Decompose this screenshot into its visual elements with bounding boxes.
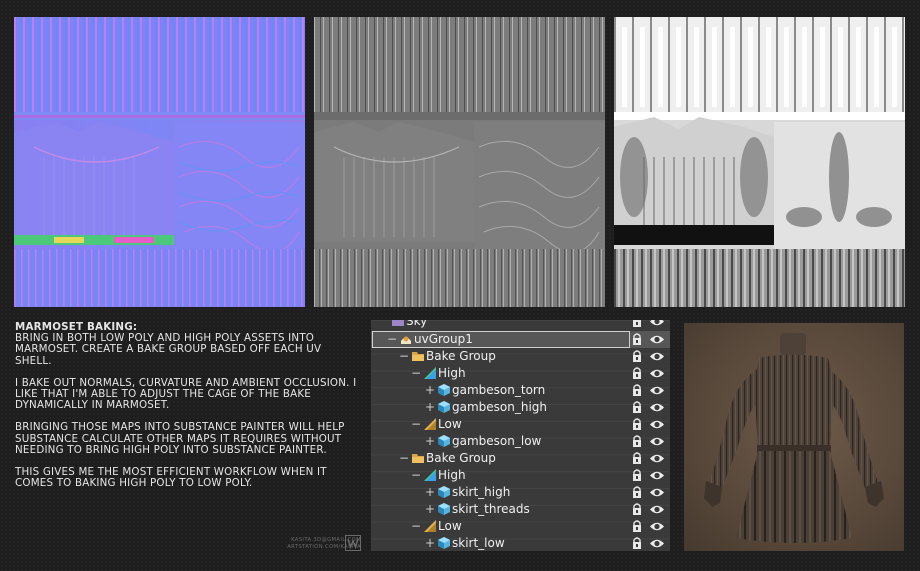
visibility-eye-icon[interactable] (649, 452, 665, 465)
lock-icon[interactable] (630, 400, 644, 414)
outliner-row[interactable]: − uvGroup1 (371, 331, 670, 348)
mesh-icon (437, 434, 451, 448)
visibility-eye-icon[interactable] (649, 503, 665, 516)
scene-outliner: Sky − uvGroup1− Bake Group − High + gambeson_to… (371, 320, 670, 551)
mesh-icon (437, 383, 451, 397)
outliner-item-label: Bake Group (426, 451, 496, 465)
lock-icon[interactable] (630, 536, 644, 550)
lock-icon[interactable] (630, 383, 644, 397)
visibility-eye-icon[interactable] (649, 401, 665, 414)
normal-map-image (14, 17, 305, 307)
lock-icon[interactable] (630, 417, 644, 431)
lock-icon[interactable] (630, 468, 644, 482)
outliner-row[interactable]: + skirt_high (371, 484, 670, 501)
outliner-item-label: Sky (406, 320, 428, 328)
outliner-row[interactable]: − Low (371, 518, 670, 535)
lock-icon[interactable] (630, 349, 644, 363)
description-paragraph: BRING IN BOTH LOW POLY AND HIGH POLY ASS… (15, 332, 322, 367)
lock-icon[interactable] (630, 519, 644, 533)
low-icon (423, 417, 437, 431)
collapse-icon[interactable]: − (411, 418, 421, 430)
sky-icon (391, 320, 405, 328)
lock-icon[interactable] (630, 451, 644, 465)
outliner-row[interactable]: + skirt_threads (371, 501, 670, 518)
lock-icon[interactable] (630, 502, 644, 516)
outliner-item-label: High (438, 468, 466, 482)
mesh-icon (437, 485, 451, 499)
outliner-item-label: gambeson_high (452, 400, 548, 414)
outliner-row[interactable]: + gambeson_low (371, 433, 670, 450)
curvature-map-image (314, 17, 605, 307)
expand-icon[interactable]: + (425, 486, 435, 498)
visibility-eye-icon[interactable] (649, 469, 665, 482)
lock-icon[interactable] (630, 485, 644, 499)
outliner-row[interactable]: − Bake Group (371, 450, 670, 467)
outliner-item-label: gambeson_low (452, 434, 542, 448)
collapse-icon[interactable]: − (411, 367, 421, 379)
outliner-item-label: uvGroup1 (414, 332, 473, 346)
outliner-item-label: Low (438, 417, 462, 431)
credits: KASITA.3D@GMAIL.COM ARTSTATION.COM/KASIT… (236, 537, 361, 551)
artist-logo-icon (345, 535, 361, 551)
outliner-row[interactable]: + skirt_low (371, 535, 670, 551)
description-paragraph: I BAKE OUT NORMALS, CURVATURE AND AMBIEN… (15, 376, 357, 412)
ambient-occlusion-map-image (614, 17, 905, 307)
mesh-icon (437, 502, 451, 516)
expand-icon[interactable]: + (425, 384, 435, 396)
credits-email: KASITA.3D@GMAIL.COM (291, 537, 361, 543)
outliner-row[interactable]: + gambeson_torn (371, 382, 670, 399)
description-paragraph: THIS GIVES ME THE MOST EFFICIENT WORKFLO… (15, 466, 327, 490)
collapse-icon[interactable]: − (411, 520, 421, 532)
high-icon (423, 468, 437, 482)
lock-icon[interactable] (630, 332, 644, 346)
visibility-eye-icon[interactable] (649, 350, 665, 363)
lock-icon[interactable] (630, 320, 644, 328)
visibility-eye-icon[interactable] (649, 367, 665, 380)
expand-icon[interactable]: + (425, 503, 435, 515)
outliner-row[interactable]: Sky (371, 320, 670, 330)
visibility-eye-icon[interactable] (649, 537, 665, 550)
visibility-eye-icon[interactable] (649, 520, 665, 533)
lock-icon[interactable] (630, 434, 644, 448)
mesh-icon (437, 400, 451, 414)
visibility-eye-icon[interactable] (649, 384, 665, 397)
outliner-item-label: gambeson_torn (452, 383, 546, 397)
expand-icon[interactable]: + (425, 435, 435, 447)
visibility-eye-icon[interactable] (649, 333, 665, 346)
credits-site: ARTSTATION.COM/KASITA (287, 544, 361, 550)
gambeson-render-image (684, 323, 904, 551)
outliner-item-label: skirt_threads (452, 502, 530, 516)
folder-icon (411, 349, 425, 363)
outliner-row[interactable]: + gambeson_high (371, 399, 670, 416)
visibility-eye-icon[interactable] (649, 486, 665, 499)
collapse-icon[interactable]: − (399, 350, 409, 362)
expand-icon[interactable]: + (425, 537, 435, 549)
high-icon (423, 366, 437, 380)
low-icon (423, 519, 437, 533)
folder-icon (411, 451, 425, 465)
outliner-item-label: skirt_low (452, 536, 505, 550)
lock-icon[interactable] (630, 366, 644, 380)
collapse-icon[interactable]: − (399, 452, 409, 464)
outliner-row[interactable]: − Bake Group (371, 348, 670, 365)
mesh-icon (437, 536, 451, 550)
outliner-item-label: Bake Group (426, 349, 496, 363)
collapse-icon[interactable]: − (387, 333, 397, 345)
outliner-row[interactable]: − High (371, 365, 670, 382)
description-text: MARMOSET BAKING: BRING IN BOTH LOW POLY … (15, 321, 360, 500)
group-icon (399, 332, 413, 346)
expand-icon[interactable]: + (425, 401, 435, 413)
visibility-eye-icon[interactable] (649, 320, 665, 328)
outliner-item-label: skirt_high (452, 485, 511, 499)
visibility-eye-icon[interactable] (649, 435, 665, 448)
visibility-eye-icon[interactable] (649, 418, 665, 431)
outliner-item-label: High (438, 366, 466, 380)
outliner-item-label: Low (438, 519, 462, 533)
outliner-row[interactable]: − High (371, 467, 670, 484)
collapse-icon[interactable]: − (411, 469, 421, 481)
description-paragraph: BRINGING THOSE MAPS INTO SUBSTANCE PAINT… (15, 421, 345, 456)
outliner-row[interactable]: − Low (371, 416, 670, 433)
